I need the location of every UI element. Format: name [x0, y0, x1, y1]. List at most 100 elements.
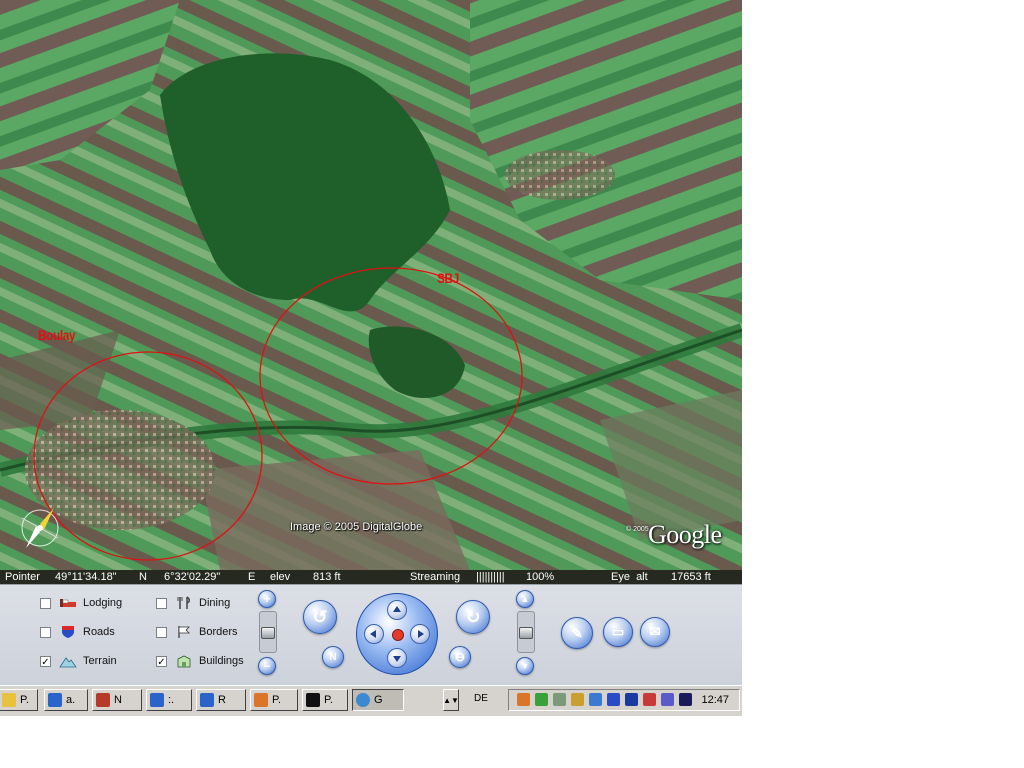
- taskbar-item-7[interactable]: P.: [302, 689, 348, 711]
- taskbar-item-4[interactable]: :.: [146, 689, 192, 711]
- terrain-checkbox[interactable]: ✓: [40, 655, 51, 668]
- layer-dining[interactable]: Dining: [156, 595, 230, 611]
- pointer-label: Pointer: [5, 571, 40, 583]
- nav-center-dot[interactable]: [392, 629, 404, 641]
- taskbar-item-label: P.: [20, 694, 29, 706]
- layer-roads[interactable]: Roads: [40, 624, 115, 640]
- media-tray-icon[interactable]: [679, 693, 692, 706]
- tilt-reset-button[interactable]: ⊖: [449, 646, 471, 668]
- taskbar-item-2[interactable]: a.: [44, 689, 88, 711]
- taskbar-scroll-button[interactable]: ▲▼: [443, 689, 459, 711]
- taskbar-item-label: a.: [66, 694, 76, 706]
- network-tray-icon[interactable]: [535, 693, 548, 706]
- boulay-map-label: Boulay: [38, 327, 76, 343]
- pan-down-button[interactable]: [387, 648, 407, 668]
- layer-lodging[interactable]: Lodging: [40, 595, 122, 611]
- rotate-left-button[interactable]: ↺: [303, 600, 337, 634]
- taskbar-item-3[interactable]: N: [92, 689, 142, 711]
- app-icon: [2, 693, 16, 707]
- taskbar-clock[interactable]: 12:47: [701, 694, 729, 706]
- pan-right-button[interactable]: [410, 624, 430, 644]
- earth-icon: [356, 693, 370, 707]
- mountain-icon: [59, 657, 77, 668]
- streaming-label: Streaming: [410, 571, 461, 583]
- tilt-slider-knob[interactable]: [519, 627, 533, 639]
- roads-label: Roads: [83, 626, 115, 638]
- tilt-up-button[interactable]: ▲: [516, 590, 534, 608]
- tilt-down-button[interactable]: ▼: [516, 657, 534, 675]
- app-icon: [306, 693, 320, 707]
- road-shield-icon: [62, 626, 74, 638]
- satellite-map-view[interactable]: SBJ Boulay Image © 2005 DigitalGlobe © 2…: [0, 0, 742, 570]
- zoom-slider-knob[interactable]: [261, 627, 275, 639]
- zoom-in-button[interactable]: +: [258, 590, 276, 608]
- email-button[interactable]: ✉: [640, 617, 670, 647]
- print-button[interactable]: ▭: [603, 617, 633, 647]
- arrow-down-icon: [393, 656, 401, 662]
- layer-buildings[interactable]: ✓ Buildings: [156, 653, 244, 669]
- pointer-latitude: 49°11'34.18": [55, 571, 117, 583]
- building-icon: [177, 655, 191, 668]
- connection-tray-icon[interactable]: [553, 693, 566, 706]
- arrow-right-icon: [418, 630, 424, 638]
- dining-label: Dining: [199, 597, 231, 609]
- app-icon: [96, 693, 110, 707]
- arrow-left-icon: [370, 630, 376, 638]
- dining-checkbox[interactable]: [156, 597, 167, 609]
- placemark-button[interactable]: ✎: [561, 617, 593, 649]
- player-tray-icon[interactable]: [625, 693, 638, 706]
- streaming-progress-bar: ||||||||||: [476, 571, 505, 583]
- screen: SBJ Boulay Image © 2005 DigitalGlobe © 2…: [0, 0, 1024, 768]
- flag-icon: [178, 626, 190, 638]
- lodging-label: Lodging: [83, 597, 123, 609]
- sync-tray-icon[interactable]: [661, 693, 674, 706]
- streaming-percent: 100%: [526, 571, 555, 583]
- control-panel: Lodging Dining Roads Borders ✓ Terrain ✓…: [0, 584, 742, 686]
- tilt-slider[interactable]: [517, 611, 535, 653]
- layer-terrain[interactable]: ✓ Terrain: [40, 653, 117, 669]
- rotate-right-button[interactable]: ↻: [456, 600, 490, 634]
- fork-knife-icon: [177, 596, 190, 609]
- taskbar-item-1[interactable]: P.: [0, 689, 38, 711]
- layer-borders[interactable]: Borders: [156, 624, 238, 640]
- google-logo: Google: [648, 520, 722, 549]
- longitude-direction: E: [248, 571, 256, 583]
- buildings-checkbox[interactable]: ✓: [156, 655, 167, 668]
- satellite-imagery: [0, 0, 742, 570]
- imagery-credit: Image © 2005 DigitalGlobe: [290, 521, 423, 533]
- roads-checkbox[interactable]: [40, 626, 51, 638]
- shield-tray-icon[interactable]: [607, 693, 620, 706]
- arrow-up-icon: [393, 606, 401, 612]
- taskbar-item-label: P.: [324, 694, 333, 706]
- pan-left-button[interactable]: [364, 624, 384, 644]
- sbj-map-label: SBJ: [437, 270, 459, 286]
- messenger-tray-icon[interactable]: [589, 693, 602, 706]
- reset-north-button[interactable]: N: [322, 646, 344, 668]
- browser-icon: [150, 693, 164, 707]
- terrain-label: Terrain: [83, 655, 117, 667]
- java-tray-icon[interactable]: [517, 693, 530, 706]
- logo-copyright: © 2005: [626, 526, 649, 533]
- taskbar-item-5[interactable]: R: [196, 689, 246, 711]
- lodging-checkbox[interactable]: [40, 597, 51, 609]
- browser-icon: [200, 693, 214, 707]
- elevation-value: 813 ft: [313, 571, 341, 583]
- taskbar-item-google-earth[interactable]: G: [352, 689, 404, 711]
- taskbar-item-label: P.: [272, 694, 281, 706]
- security-tray-icon[interactable]: [643, 693, 656, 706]
- buildings-label: Buildings: [199, 655, 244, 667]
- navigation-pad[interactable]: [356, 593, 438, 675]
- language-indicator[interactable]: DE: [474, 693, 488, 704]
- zoom-out-button[interactable]: −: [258, 657, 276, 675]
- zoom-slider[interactable]: [259, 611, 277, 653]
- pan-up-button[interactable]: [387, 600, 407, 620]
- taskbar-item-6[interactable]: P.: [250, 689, 298, 711]
- borders-label: Borders: [199, 626, 238, 638]
- taskbar-item-label: R: [218, 694, 226, 706]
- status-bar: Pointer 49°11'34.18" N 6°32'02.29" E ele…: [0, 570, 742, 584]
- app-tray-icon[interactable]: [571, 693, 584, 706]
- latitude-direction: N: [139, 571, 147, 583]
- borders-checkbox[interactable]: [156, 626, 167, 638]
- bed-icon: [60, 599, 76, 607]
- taskbar-item-label: G: [374, 694, 383, 706]
